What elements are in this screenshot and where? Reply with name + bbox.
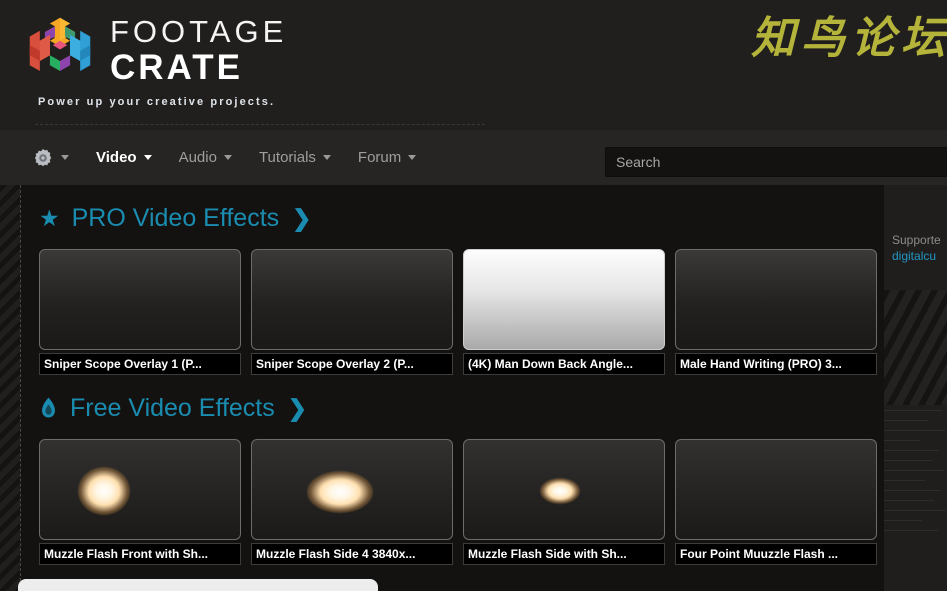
site-masthead: FOOTAGE CRATE Power up your creative pro… [0, 0, 947, 130]
page-root: FOOTAGE CRATE Power up your creative pro… [0, 0, 947, 591]
chevron-down-icon [143, 155, 152, 160]
brand-wordmark: FOOTAGE CRATE [110, 12, 287, 87]
card-item[interactable]: Male Hand Writing (PRO) 3... [675, 249, 877, 375]
card-caption: Four Point Muuzzle Flash ... [675, 543, 877, 565]
nav-item-video[interactable]: Video [96, 149, 152, 166]
masthead-divider [35, 124, 485, 125]
section-header-free-video-effects[interactable]: Free Video Effects ❯ [39, 385, 884, 431]
forum-watermark: 知鸟论坛 [751, 13, 947, 64]
nav-item-audio[interactable]: Audio [179, 149, 232, 166]
section-title-pro-video-effects: PRO Video Effects [71, 203, 280, 232]
sidebar-stripe-pattern [884, 290, 947, 405]
footage-crate-cube-logo-icon [29, 17, 91, 72]
card-row-pro-video-effects: Sniper Scope Overlay 1 (P... Sniper Scop… [39, 249, 884, 375]
muzzle-flash-graphic [307, 471, 373, 513]
sidebar-placeholder-lines [884, 410, 947, 540]
right-sidebar: Supporte digitalcu [884, 185, 947, 591]
star-icon: ★ [39, 204, 60, 231]
brand-line-crate: CRATE [110, 48, 243, 87]
main-content-panel: ★ PRO Video Effects ❯ Sniper Scope Overl… [20, 185, 884, 591]
gear-icon [34, 148, 52, 166]
card-thumbnail[interactable] [675, 249, 877, 350]
card-item[interactable]: Sniper Scope Overlay 1 (P... [39, 249, 241, 375]
nav-item-forum[interactable]: Forum [357, 149, 417, 166]
card-thumbnail[interactable] [251, 249, 453, 350]
muzzle-flash-graphic [540, 478, 580, 504]
card-item[interactable]: Sniper Scope Overlay 2 (P... [251, 249, 453, 375]
browser-status-bar [18, 579, 378, 591]
card-thumbnail[interactable] [39, 439, 241, 540]
flame-icon [39, 397, 58, 420]
search-container [605, 147, 947, 177]
nav-settings-menu[interactable] [32, 147, 69, 169]
nav-item-video-label: Video [96, 149, 137, 166]
nav-item-tutorials[interactable]: Tutorials [259, 149, 331, 166]
section-pro-video-effects: ★ PRO Video Effects ❯ Sniper Scope Overl… [21, 195, 884, 375]
chevron-down-icon [223, 155, 232, 160]
chevron-down-icon [408, 155, 417, 160]
card-row-free-video-effects: Muzzle Flash Front with Sh... Muzzle Fla… [39, 439, 884, 565]
section-header-pro-video-effects[interactable]: ★ PRO Video Effects ❯ [39, 195, 884, 241]
chevron-right-icon: ❯ [292, 204, 312, 231]
card-item[interactable]: Muzzle Flash Front with Sh... [39, 439, 241, 565]
card-thumbnail[interactable] [251, 439, 453, 540]
card-thumbnail[interactable] [39, 249, 241, 350]
chevron-down-icon [322, 155, 331, 160]
muzzle-flash-graphic [78, 467, 130, 515]
card-item[interactable]: (4K) Man Down Back Angle... [463, 249, 665, 375]
sponsor-label: Supporte [892, 233, 941, 247]
section-title-free-video-effects: Free Video Effects [70, 393, 275, 422]
site-logo[interactable]: FOOTAGE CRATE [24, 12, 287, 87]
card-caption: Male Hand Writing (PRO) 3... [675, 353, 877, 375]
chevron-right-icon: ❯ [287, 394, 308, 421]
nav-item-audio-label: Audio [178, 149, 217, 166]
card-thumbnail[interactable] [463, 249, 665, 350]
card-caption: Muzzle Flash Side with Sh... [463, 543, 665, 565]
card-item[interactable]: Muzzle Flash Side with Sh... [463, 439, 665, 565]
chevron-down-icon [61, 155, 69, 160]
nav-item-tutorials-label: Tutorials [258, 149, 316, 166]
card-thumbnail[interactable] [675, 439, 877, 540]
card-item[interactable]: Four Point Muuzzle Flash ... [675, 439, 877, 565]
search-input[interactable] [605, 147, 947, 177]
card-caption: Sniper Scope Overlay 2 (P... [251, 353, 453, 375]
section-free-video-effects: Free Video Effects ❯ Muzzle Flash Front … [21, 385, 884, 565]
card-caption: Sniper Scope Overlay 1 (P... [39, 353, 241, 375]
card-thumbnail[interactable] [463, 439, 665, 540]
card-caption: (4K) Man Down Back Angle... [463, 353, 665, 375]
site-tagline: Power up your creative projects. [38, 96, 276, 108]
brand-line-footage: FOOTAGE [110, 14, 288, 49]
card-caption: Muzzle Flash Front with Sh... [39, 543, 241, 565]
sponsor-link[interactable]: digitalcu [884, 247, 947, 263]
nav-item-forum-label: Forum [357, 149, 402, 166]
card-item[interactable]: Muzzle Flash Side 4 3840x... [251, 439, 453, 565]
card-caption: Muzzle Flash Side 4 3840x... [251, 543, 453, 565]
